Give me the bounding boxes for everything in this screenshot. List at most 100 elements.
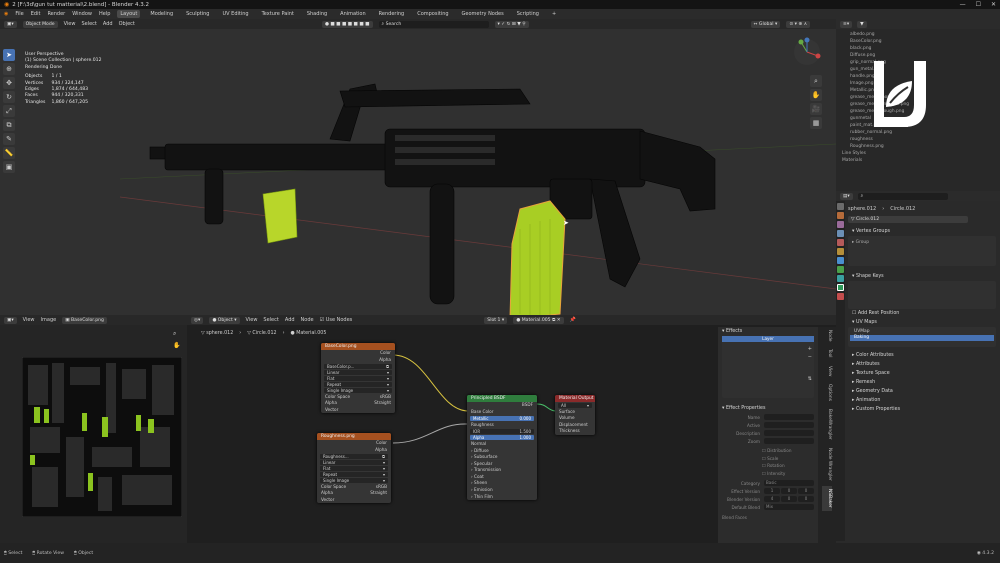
name-field[interactable] <box>764 414 814 420</box>
node-subsection[interactable]: › Thin Film <box>467 494 537 501</box>
tab-bakewrangler[interactable]: BakeWrangler <box>822 406 832 443</box>
remove-effect-icon[interactable]: − <box>808 354 812 360</box>
image-texture-node-roughness[interactable]: Roughness.png Color Alpha Roughness... ⧉ … <box>317 433 391 504</box>
menu-render[interactable]: Render <box>47 11 65 17</box>
effect-item[interactable]: Layer <box>722 336 814 342</box>
output-target-select[interactable]: All ▾ <box>558 402 592 408</box>
workspace-tab-geometry-nodes[interactable]: Geometry Nodes <box>459 10 507 18</box>
version-field[interactable]: 0 <box>781 496 797 502</box>
zoom-icon[interactable]: ⌕ <box>173 330 183 338</box>
menu-file[interactable]: File <box>15 11 23 17</box>
color-attributes-header[interactable]: ▸ Color Attributes <box>848 351 996 360</box>
node-subsection[interactable]: › Emission <box>467 487 537 494</box>
version-field[interactable]: 0 <box>781 488 797 494</box>
zoom-icon[interactable]: ⌕ <box>810 75 822 87</box>
uv-map-item[interactable]: Baking <box>850 335 994 341</box>
menu-window[interactable]: Window <box>72 11 92 17</box>
particles-tab-icon[interactable] <box>837 266 844 273</box>
mesh-data-field[interactable]: ▽ Circle.012 <box>848 216 968 223</box>
list-item[interactable]: albedo.png <box>836 31 1000 38</box>
modifier-tab-icon[interactable] <box>837 257 844 264</box>
workspace-tab-scripting[interactable]: Scripting <box>514 10 542 18</box>
image-texture-node-basecolor[interactable]: BaseColor.png Color Alpha BaseColor.p...… <box>321 343 395 414</box>
principled-bsdf-node[interactable]: Principled BSDF BSDF Base Color Metallic… <box>467 395 537 501</box>
list-item[interactable]: Roughness.png <box>836 143 1000 150</box>
viewport-menu-object[interactable]: Object <box>119 21 135 27</box>
workspace-tab-rendering[interactable]: Rendering <box>376 10 408 18</box>
editor-type-button[interactable]: ▣▾ <box>4 20 17 28</box>
add-effect-icon[interactable]: + <box>808 346 812 352</box>
effects-list[interactable]: Layer + − ⇅ <box>722 336 814 398</box>
workspace-tab-sculpting[interactable]: Sculpting <box>183 10 212 18</box>
viewport-menu-add[interactable]: Add <box>103 21 113 27</box>
add-workspace-button[interactable]: + <box>549 10 559 18</box>
distribution-checkbox[interactable]: ☐ Distribution <box>762 447 814 455</box>
extension-select[interactable]: Repeat ▾ <box>320 471 388 478</box>
object-tab-icon[interactable] <box>837 248 844 255</box>
projection-select[interactable]: Flat ▾ <box>320 465 388 472</box>
texture-preview[interactable] <box>22 357 182 517</box>
grid-icon[interactable]: ▦ <box>810 117 822 129</box>
interpolation-select[interactable]: Linear ▾ <box>320 459 388 466</box>
workspace-tab-modeling[interactable]: Modeling <box>147 10 176 18</box>
node-subsection[interactable]: › Coat <box>467 474 537 481</box>
image-menu-image[interactable]: Image <box>41 317 57 323</box>
workspace-tab-layout[interactable]: Layout <box>117 10 141 18</box>
data-tab-icon[interactable] <box>837 284 844 291</box>
minimize-icon[interactable]: — <box>960 1 966 8</box>
remesh-header[interactable]: ▸ Remesh <box>848 378 996 387</box>
image-select[interactable]: BaseColor.p... ⧉ <box>324 363 392 370</box>
output-tab-icon[interactable] <box>837 221 844 228</box>
tab-node[interactable]: Node <box>822 327 832 344</box>
menu-edit[interactable]: Edit <box>31 11 41 17</box>
custom-properties-header[interactable]: ▸ Custom Properties <box>848 405 996 414</box>
maximize-icon[interactable]: ☐ <box>976 1 981 8</box>
rotation-checkbox[interactable]: ☐ Rotation <box>762 462 814 470</box>
version-field[interactable]: 1 <box>764 488 780 494</box>
node-sidebar-panel[interactable]: ▾ Effects Layer + − ⇅ ▾ Effect Propertie… <box>718 327 818 543</box>
uv-maps-list[interactable]: UVMap Baking <box>848 327 996 347</box>
image-editor-type-button[interactable]: ▣▾ <box>4 316 17 324</box>
default-blend-select[interactable]: Mix <box>764 504 814 510</box>
version-field[interactable]: 4 <box>764 496 780 502</box>
source-select[interactable]: Single Image ▾ <box>320 477 388 484</box>
tab-node-wrangler[interactable]: Node Wrangler <box>822 445 832 484</box>
mode-select[interactable]: Object Mode <box>22 20 58 28</box>
snap-toggles[interactable]: ⊙ ▾ ⊕ ∧ <box>786 20 811 28</box>
vertex-groups-header[interactable]: ▾ Vertex Groups <box>848 227 996 236</box>
menu-help[interactable]: Help <box>99 11 110 17</box>
3d-viewport[interactable]: ▣▾ Object Mode View Select Add Object ● … <box>0 19 836 315</box>
uv-maps-header[interactable]: ▾ UV Maps <box>848 318 996 327</box>
node-subsection[interactable]: › Diffuse <box>467 448 537 455</box>
list-item[interactable]: BaseColor.png <box>836 38 1000 45</box>
tab-tool[interactable]: Tool <box>822 346 832 361</box>
viewport-menu-select[interactable]: Select <box>81 21 96 27</box>
active-field[interactable] <box>764 422 814 428</box>
effect-properties-header[interactable]: ▾ Effect Properties <box>718 404 818 413</box>
tab-nsbaker[interactable]: NSBaker <box>822 485 832 511</box>
description-field[interactable] <box>764 430 814 436</box>
extension-select[interactable]: Repeat ▾ <box>324 381 392 388</box>
node-subsection[interactable]: › Subsurface <box>467 454 537 461</box>
shape-keys-header[interactable]: ▾ Shape Keys <box>848 272 996 281</box>
workspace-tab-shading[interactable]: Shading <box>304 10 330 18</box>
view-layer-tab-icon[interactable] <box>837 230 844 237</box>
shape-keys-list[interactable] <box>848 281 996 309</box>
pan-icon[interactable]: ✋ <box>810 89 822 101</box>
list-item[interactable]: black.png <box>836 45 1000 52</box>
geometry-data-header[interactable]: ▸ Geometry Data <box>848 387 996 396</box>
node-subsection[interactable]: › Transmission <box>467 467 537 474</box>
outliner-group-line-styles[interactable]: Line Styles <box>836 150 1000 157</box>
properties-search[interactable]: ⌕ <box>857 192 948 200</box>
outliner-filter-icon[interactable]: ▼ <box>857 20 867 28</box>
projection-select[interactable]: Flat ▾ <box>324 375 392 382</box>
transform-orientation-select[interactable]: ↔ Global ▾ <box>750 20 781 28</box>
node-subsection[interactable]: › Specular <box>467 461 537 468</box>
vertex-group-item[interactable]: ▸ Group <box>852 240 992 245</box>
tab-options[interactable]: Options <box>822 381 832 404</box>
metallic-slider[interactable]: Metallic 0.000 <box>470 415 534 422</box>
tab-view[interactable]: View <box>822 363 832 379</box>
workspace-tab-animation[interactable]: Animation <box>337 10 369 18</box>
version-field[interactable]: 0 <box>798 488 814 494</box>
image-editor[interactable]: ▣▾ View Image ▣ BaseColor.png ⌕ ✋ <box>0 315 187 543</box>
